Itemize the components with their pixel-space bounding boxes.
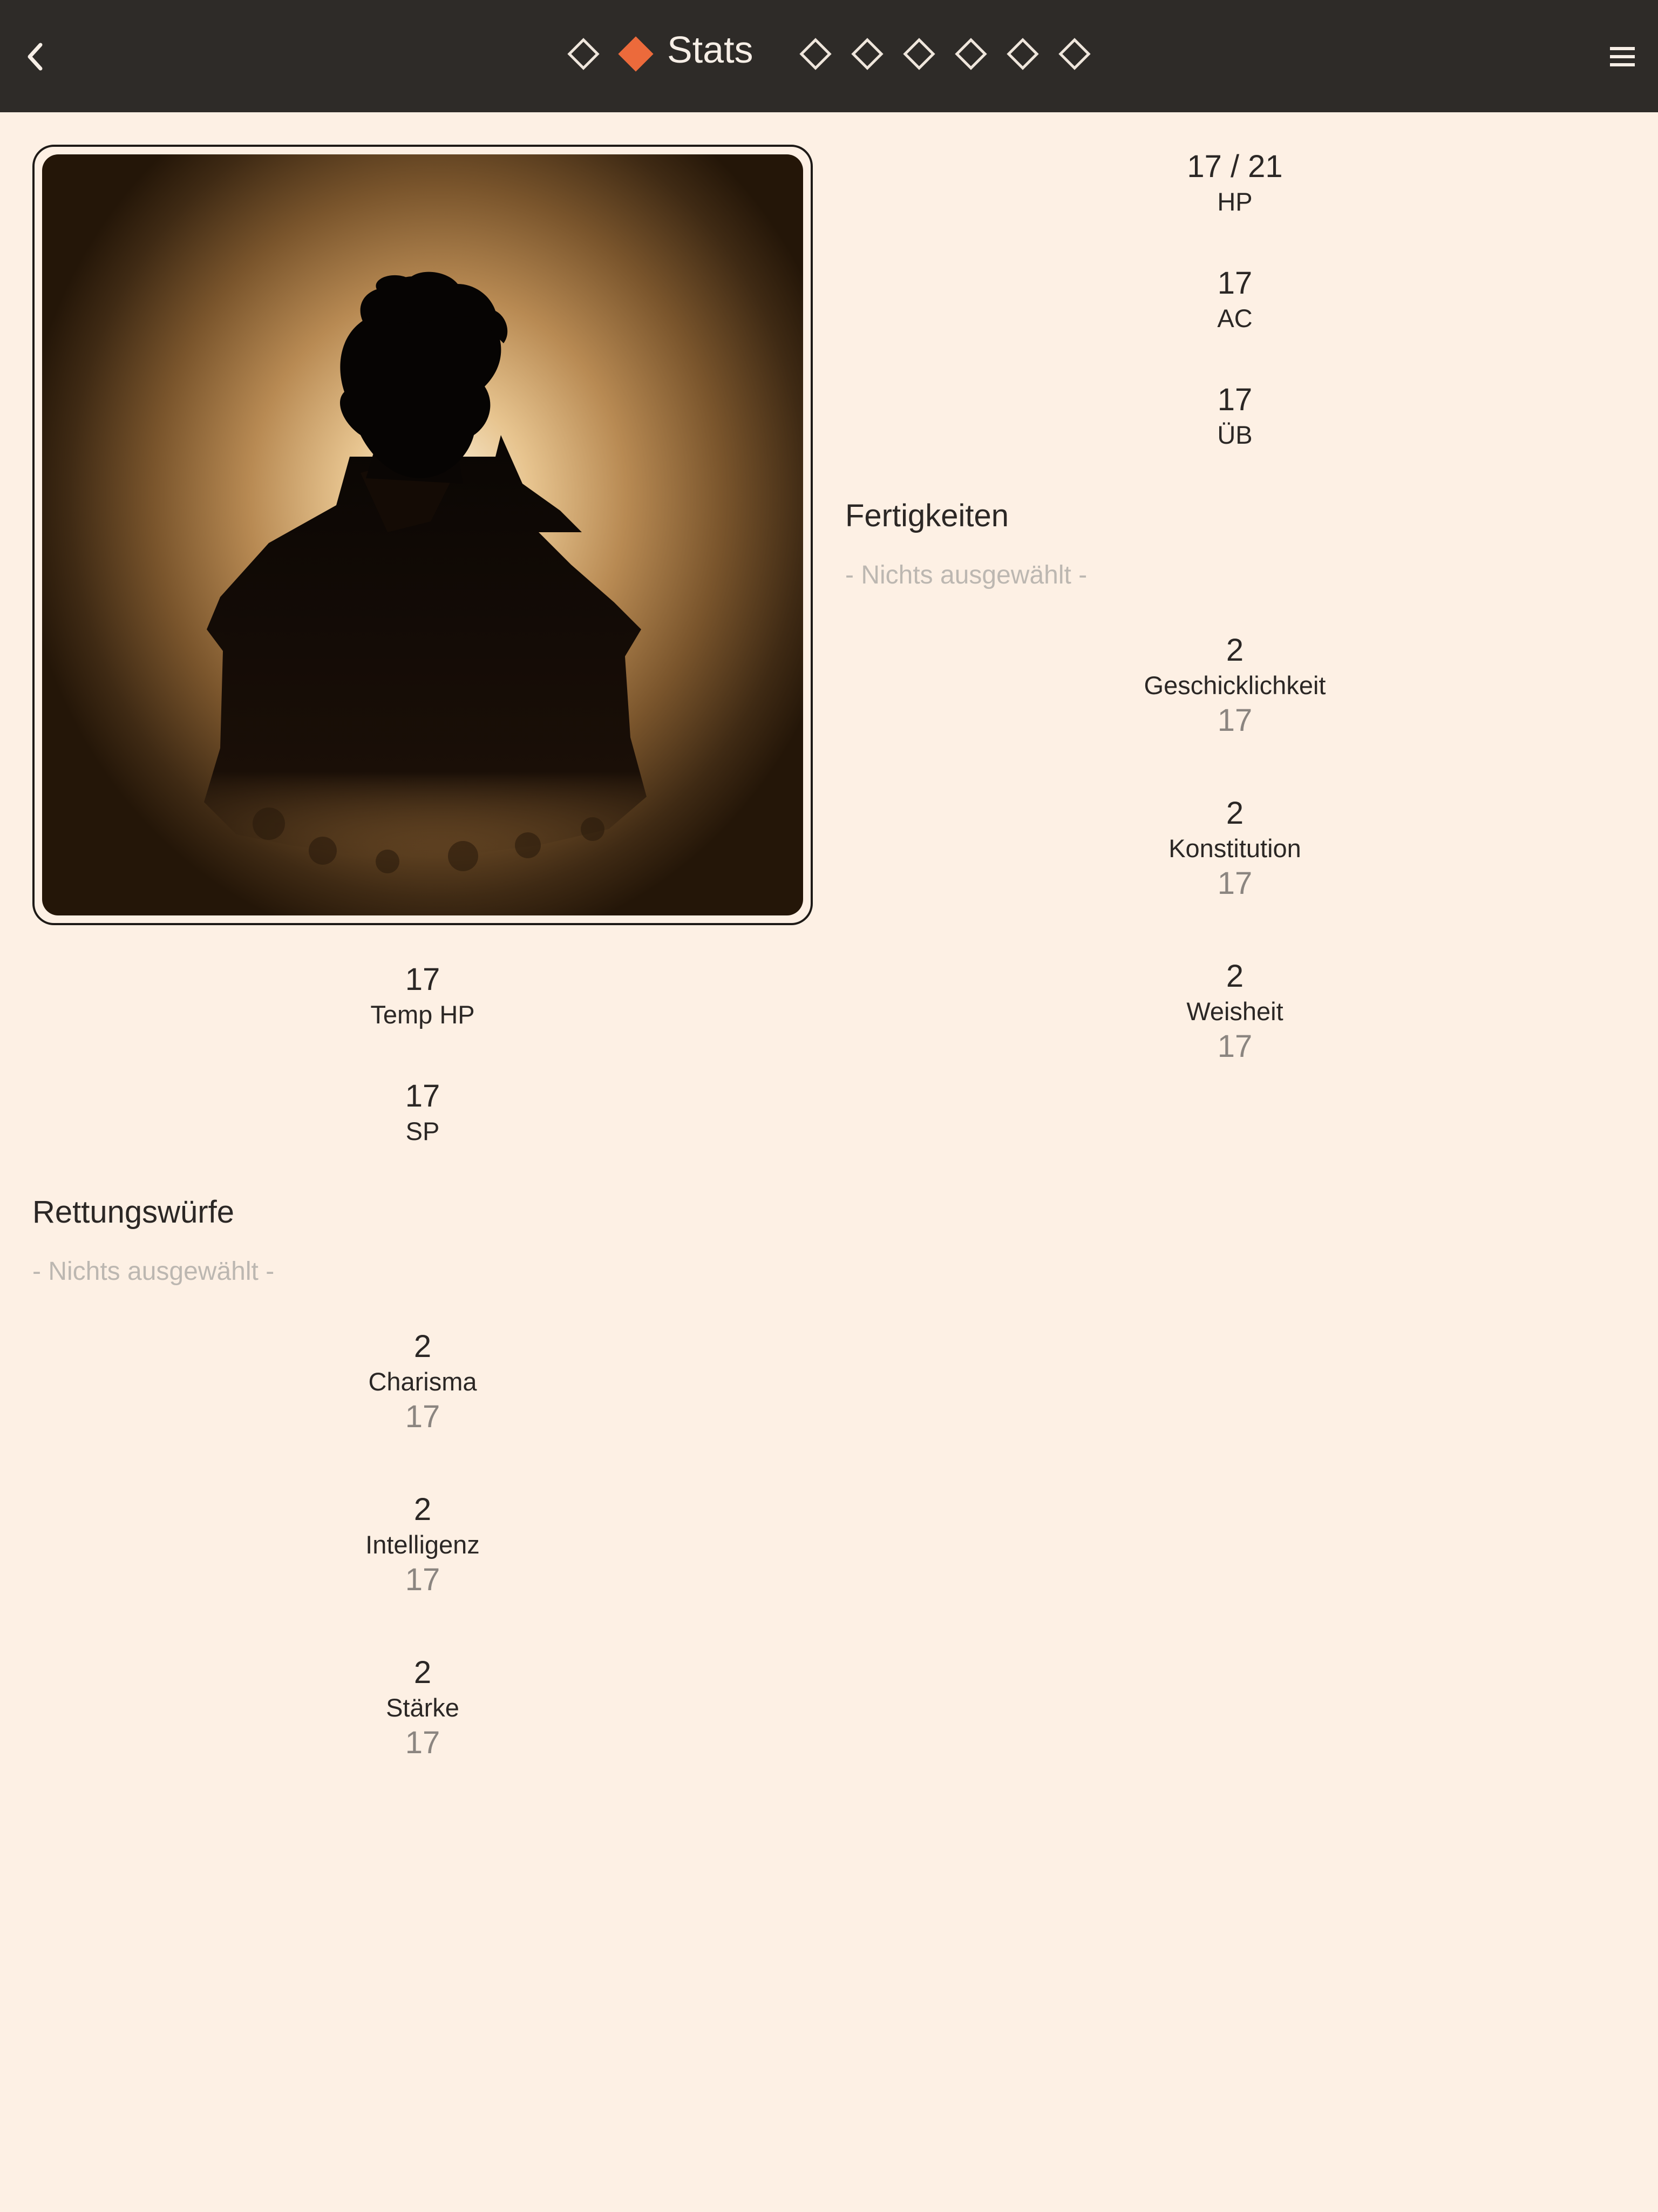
temp-hp-stat[interactable]: 17 Temp HP (234, 961, 611, 1031)
skill-modifier: 2 (1226, 633, 1244, 668)
skills-placeholder[interactable]: - Nichts ausgewählt - (845, 560, 1087, 590)
hp-stat[interactable]: 17 / 21 HP (1046, 148, 1424, 218)
stat-value: 17 (405, 1078, 440, 1114)
save-score: 17 (405, 1725, 440, 1760)
stat-label: ÜB (1217, 420, 1253, 449)
save-label: Intelligenz (365, 1530, 480, 1559)
stat-label: SP (405, 1117, 440, 1145)
page-dot-active[interactable] (618, 36, 654, 72)
page-title: Stats (667, 29, 753, 71)
page-dot-4[interactable] (851, 38, 884, 70)
skill-modifier: 2 (1226, 959, 1244, 994)
hamburger-menu-icon (1610, 47, 1635, 66)
stat-value: 17 (1217, 382, 1253, 417)
page-dot-3[interactable] (799, 38, 832, 70)
skill-modifier: 2 (1226, 796, 1244, 831)
menu-button[interactable] (1601, 38, 1644, 76)
top-app-bar: Stats (0, 0, 1658, 112)
page-dot-6[interactable] (955, 38, 987, 70)
skill-score: 17 (1217, 866, 1253, 901)
page-indicator: Stats (0, 0, 1658, 112)
stat-value: 17 (1217, 266, 1253, 301)
stat-label: HP (1217, 187, 1253, 216)
stat-value: 17 / 21 (1187, 149, 1283, 184)
save-score: 17 (405, 1562, 440, 1597)
page-dot-7[interactable] (1007, 38, 1039, 70)
stat-label: Temp HP (370, 1000, 475, 1029)
skill-item[interactable]: 2 Geschicklichkeit 17 (1046, 632, 1424, 739)
skill-item[interactable]: 2 Weisheit 17 (1046, 958, 1424, 1066)
page-dot-5[interactable] (903, 38, 935, 70)
save-item[interactable]: 2 Stärke 17 (234, 1654, 611, 1762)
save-label: Stärke (386, 1693, 459, 1722)
save-modifier: 2 (413, 1329, 432, 1364)
save-item[interactable]: 2 Charisma 17 (234, 1328, 611, 1436)
character-portrait[interactable] (32, 145, 813, 925)
page-dot-8[interactable] (1058, 38, 1091, 70)
skill-label: Weisheit (1186, 997, 1283, 1026)
save-label: Charisma (368, 1367, 477, 1396)
saving-throws-title: Rettungswürfe (32, 1195, 234, 1230)
skills-title: Fertigkeiten (845, 498, 1009, 533)
character-silhouette-icon (204, 272, 647, 873)
skill-score: 17 (1217, 703, 1253, 738)
save-modifier: 2 (413, 1655, 432, 1690)
save-modifier: 2 (413, 1492, 432, 1527)
save-score: 17 (405, 1399, 440, 1434)
portrait-image (42, 154, 803, 915)
stat-label: AC (1217, 304, 1253, 333)
sp-stat[interactable]: 17 SP (234, 1077, 611, 1148)
ub-stat[interactable]: 17 ÜB (1046, 381, 1424, 451)
skill-score: 17 (1217, 1029, 1253, 1064)
saving-throws-placeholder[interactable]: - Nichts ausgewählt - (32, 1257, 274, 1286)
skill-label: Konstitution (1168, 834, 1301, 863)
save-item[interactable]: 2 Intelligenz 17 (234, 1491, 611, 1599)
skill-label: Geschicklichkeit (1144, 671, 1326, 700)
page-dot-1[interactable] (567, 38, 600, 70)
ac-stat[interactable]: 17 AC (1046, 264, 1424, 335)
skill-item[interactable]: 2 Konstitution 17 (1046, 795, 1424, 903)
stat-value: 17 (405, 962, 440, 997)
